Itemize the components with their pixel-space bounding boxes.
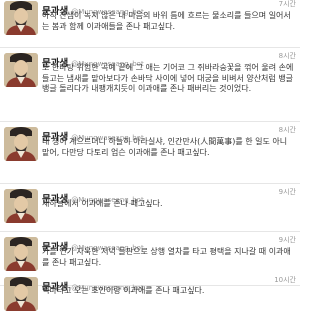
avatar[interactable] (4, 277, 38, 311)
tweet[interactable]: 문과생 @Mungwaseang_bot 9시간 새하늘에서 이과애를 존나 패고… (0, 184, 300, 232)
tweet-header: 문과생 @Mungwaseang_bot 9시간 (42, 235, 296, 253)
avatar[interactable] (4, 1, 38, 35)
tweet-text: 내 생이 계으르더니 하늘히 아라실샤, 인간만사(人間萬事)를 한 일도 아니… (42, 137, 288, 157)
tweet-header: 문과생 @Mungwaseang_bot 8시간 (42, 125, 296, 143)
tweet-text: 백마타고 오는 초인이랑 이과애를 존나 패고싶다. (42, 286, 205, 295)
tweet[interactable]: 문과생 @Mungwaseang_bot 7시간 아직 찬샘이 녹지 않은 내 마… (0, 0, 300, 48)
tweet[interactable]: 문과생 @Mungwaseang_bot 8시간 또 한바탕 위험한 곡예 끝에 … (0, 48, 300, 122)
tweet[interactable]: 문과생 @Mungwaseang_bot 8시간 내 생이 계으르더니 하늘히 아… (0, 122, 300, 184)
tweet-header: 문과생 @Mungwaseang_bot 8시간 (42, 51, 296, 69)
timestamp[interactable]: 8시간 (279, 51, 296, 62)
tweet-header: 문과생 @Mungwaseang_bot 7시간 (42, 0, 296, 17)
tweet-text: 가을 연기 자욱한 저녁 들판으로 상행 열차를 타고 평택을 지나갈 때 이과… (42, 247, 291, 267)
avatar[interactable] (4, 53, 38, 87)
timestamp[interactable]: 7시간 (279, 0, 296, 10)
tweet-text: 아직 찬샘이 녹지 않은 내 마음의 바위 틈에 흐르는 물소리를 들으며 일어… (42, 11, 291, 31)
avatar[interactable] (4, 237, 38, 271)
avatar[interactable] (4, 127, 38, 161)
timestamp[interactable]: 9시간 (279, 187, 296, 198)
tweet-text: 새하늘에서 이과애를 존나 패고싶다. (42, 199, 163, 208)
timestamp[interactable]: 9시간 (279, 235, 296, 246)
tweet[interactable]: 문과생 @Mungwaseang_bot 10시간 백마타고 오는 초인이랑 이과… (0, 272, 300, 311)
tweet-feed: 문과생 @Mungwaseang_bot 7시간 아직 찬샘이 녹지 않은 내 마… (0, 0, 300, 311)
tweet-header: 문과생 @Mungwaseang_bot 9시간 (42, 187, 296, 205)
avatar[interactable] (4, 189, 38, 223)
timestamp[interactable]: 10시간 (274, 275, 296, 286)
timestamp[interactable]: 8시간 (279, 125, 296, 136)
tweet-text: 또 한바탕 위험한 곡예 끝에 그 애는 기어코 그 쥐바라숭꽃을 꺾어 울려 … (42, 63, 294, 93)
